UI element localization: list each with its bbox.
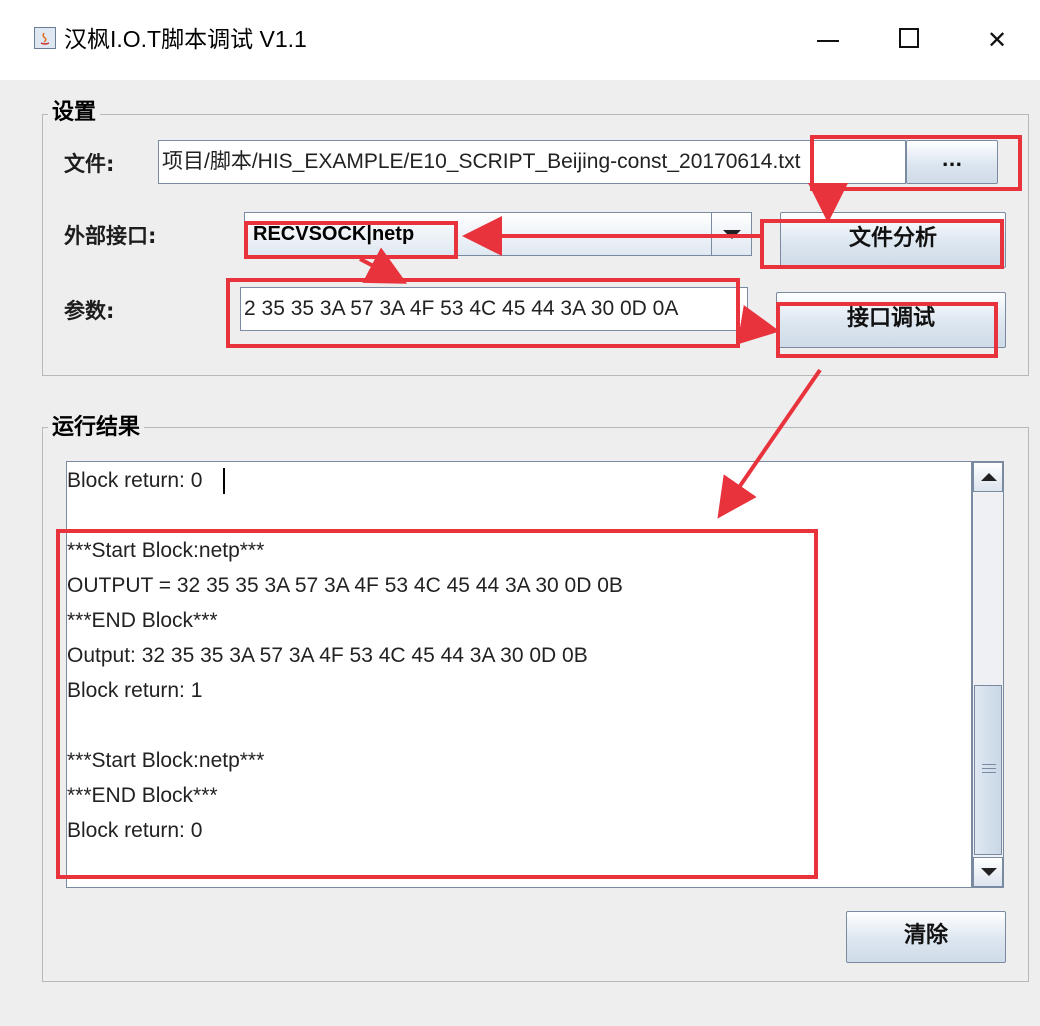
output-line: OUTPUT = 32 35 35 3A 57 3A 4F 53 4C 45 4… [67, 574, 623, 597]
close-button[interactable]: ✕ [967, 16, 1027, 64]
file-label: 文件: [64, 152, 115, 176]
browse-button[interactable]: ... [906, 140, 998, 184]
interface-select[interactable]: RECVSOCK|netp [244, 212, 752, 256]
interface-debug-button[interactable]: 接口调试 [776, 292, 1006, 348]
output-line: ***Start Block:netp*** [67, 749, 265, 772]
output-line: Block return: 0 [67, 819, 203, 842]
close-icon: ✕ [986, 26, 1008, 54]
java-app-icon [34, 27, 56, 49]
scroll-down-arrow-icon[interactable] [973, 857, 1003, 887]
output-line: ***END Block*** [67, 784, 218, 807]
grip-line [982, 768, 996, 769]
output-line: Block return: 1 [67, 679, 203, 702]
interface-label: 外部接口: [64, 224, 157, 248]
output-line: ***Start Block:netp*** [67, 539, 265, 562]
minimize-icon [817, 40, 839, 42]
result-group-title: 运行结果 [48, 414, 145, 442]
vertical-scrollbar[interactable] [972, 461, 1004, 888]
clear-button[interactable]: 清除 [846, 911, 1006, 963]
grip-line [982, 764, 996, 765]
maximize-icon [899, 28, 919, 48]
output-line: Output: 32 35 35 3A 57 3A 4F 53 4C 45 44… [67, 644, 588, 667]
text-caret [223, 468, 225, 494]
grip-line [982, 772, 996, 773]
maximize-button[interactable] [880, 16, 940, 64]
result-output-area[interactable]: Block return: 0 ***Start Block:netp*** O… [66, 461, 972, 888]
settings-group-title: 设置 [48, 99, 101, 127]
output-line: ***END Block*** [67, 609, 218, 632]
interface-selected-value: RECVSOCK|netp [253, 223, 415, 245]
chevron-down-icon[interactable] [711, 213, 751, 255]
title-bar: 汉枫I.O.T脚本调试 V1.1 ✕ [0, 0, 1040, 80]
params-input[interactable]: 2 35 35 3A 57 3A 4F 53 4C 45 44 3A 30 0D… [240, 287, 748, 331]
scrollbar-thumb[interactable] [974, 685, 1002, 855]
params-label: 参数: [64, 299, 115, 323]
window-title: 汉枫I.O.T脚本调试 V1.1 [64, 26, 307, 52]
output-line: Block return: 0 [67, 469, 203, 492]
scroll-up-arrow-icon[interactable] [973, 462, 1003, 492]
file-analyze-button[interactable]: 文件分析 [780, 212, 1006, 268]
file-path-field[interactable]: 项目/脚本/HIS_EXAMPLE/E10_SCRIPT_Beijing-con… [158, 140, 906, 184]
minimize-button[interactable] [798, 16, 858, 64]
